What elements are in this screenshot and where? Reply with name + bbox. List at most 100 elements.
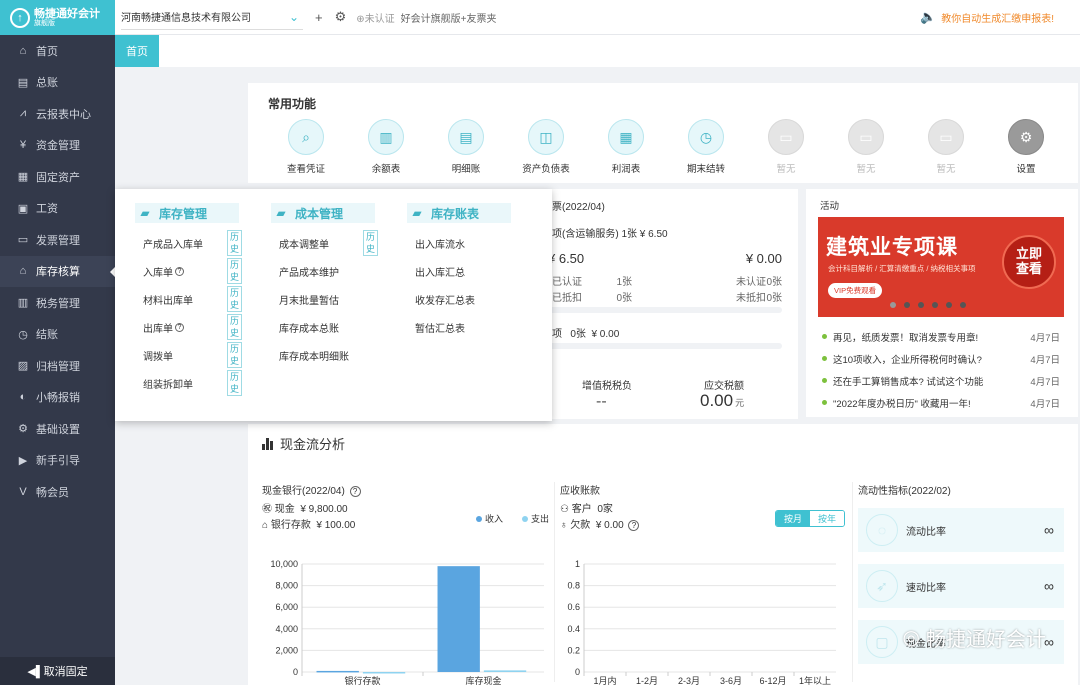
ratio-card[interactable]: ➶ 速动比率 ∞ <box>858 564 1064 608</box>
toggle-month[interactable]: 按月 <box>776 511 811 526</box>
invoice-left-amount: ¥ 6.50 <box>548 251 585 266</box>
function-profit-table[interactable]: ▦ 利润表 <box>596 119 656 175</box>
news-text: 还在手工算销售成本? 试试这个功能 <box>833 377 984 388</box>
sidebar-item-6[interactable]: ▭ 发票管理 <box>0 224 115 256</box>
help-icon[interactable]: ? <box>175 322 184 332</box>
sidebar-item-12[interactable]: ⚙ 基础设置 <box>0 413 115 445</box>
carousel-dot[interactable] <box>960 302 966 308</box>
banner-cta-button[interactable]: 立即 查看 <box>1002 235 1056 289</box>
inventory-dropdown-menu: ▰ 库存管理 产成品入库单 历史 入库单? 历史 材料出库单 历史 出库单? 历史 调拨单 历史 组装拆… <box>115 189 552 421</box>
sidebar-item-14[interactable]: V 畅会员 <box>0 476 115 508</box>
history-link[interactable]: 历史 <box>227 230 243 256</box>
ratio-card[interactable]: ◌ 流动比率 ∞ <box>858 508 1064 552</box>
history-link[interactable]: 历史 <box>363 230 379 256</box>
function-detail-ledger[interactable]: ▤ 明细账 <box>436 119 496 175</box>
news-item[interactable]: "2022年度办税日历" 收藏用一年! 4月7日 <box>822 396 1060 410</box>
deposit-value: ¥ 100.00 <box>316 520 356 531</box>
sidebar-item-13[interactable]: ▶ 新手引导 <box>0 445 115 477</box>
add-icon[interactable]: + <box>315 10 323 25</box>
history-link[interactable]: 历史 <box>227 286 243 312</box>
dropdown-item-label: 暂估汇总表 <box>415 323 465 335</box>
notice-link[interactable]: 🔈 教你自动生成汇缴申报表! <box>920 9 1054 25</box>
invoice-title: 票(2022/04) <box>552 202 605 213</box>
sidebar-item-2[interactable]: ⩘ 云报表中心 <box>0 98 115 130</box>
function-balance-sheet[interactable]: ▥ 余额表 <box>356 119 416 175</box>
sidebar-item-label: 固定资产 <box>36 171 80 184</box>
empty-slot-icon: ▭ <box>768 119 804 155</box>
sidebar-item-10[interactable]: ▨ 归档管理 <box>0 350 115 382</box>
y-tick-label: 0.2 <box>567 645 580 655</box>
sidebar-item-5[interactable]: ▣ 工资 <box>0 193 115 225</box>
vat-label: 增值税税负 <box>582 381 632 392</box>
dropdown-item[interactable]: 库存成本总账 <box>271 313 375 341</box>
sidebar-item-label: 小畅报销 <box>36 392 80 405</box>
line2-label: 项 <box>552 329 562 340</box>
legend-expense[interactable]: 支出 <box>522 512 549 525</box>
dropdown-item[interactable]: 产品成本维护 <box>271 257 375 285</box>
carousel-dot[interactable] <box>918 302 924 308</box>
tab-home[interactable]: 首页 <box>115 35 159 67</box>
auth-status[interactable]: ⊕未认证 <box>356 10 394 25</box>
legend-income[interactable]: 收入 <box>476 512 503 525</box>
history-link[interactable]: 历史 <box>227 314 243 340</box>
receivable-aging-chart: 0 0.2 0.4 0.6 0.8 1 1月内 1-2月 2-3月 3-6月 6-12月 1年以上 <box>567 559 836 685</box>
profit-table-icon: ▦ <box>608 119 644 155</box>
function-label: 查看凭证 <box>286 164 325 175</box>
help-icon[interactable]: ? <box>628 520 640 531</box>
dropdown-item[interactable]: 成本调整单 历史 <box>271 229 379 257</box>
sidebar-item-label: 基础设置 <box>36 423 80 436</box>
carousel-dot[interactable] <box>904 302 910 308</box>
history-link[interactable]: 历史 <box>227 258 243 284</box>
uncertified-label: 未认证 <box>736 277 766 288</box>
carousel-dot[interactable] <box>890 302 896 308</box>
sidebar-item-11[interactable]: ◐ 小畅报销 <box>0 382 115 414</box>
sidebar-item-3[interactable]: ¥ 资金管理 <box>0 130 115 162</box>
dropdown-item[interactable]: 组装拆卸单 历史 <box>135 369 243 397</box>
customer-label: 客户 <box>571 504 592 515</box>
news-item[interactable]: 还在手工算销售成本? 试试这个功能 4月7日 <box>822 374 1060 388</box>
legend-income-label: 收入 <box>485 514 504 524</box>
dropdown-item[interactable]: 出入库流水 <box>407 229 511 257</box>
owed-value: ¥ 0.00 <box>595 520 624 531</box>
help-icon[interactable]: ? <box>175 266 184 276</box>
sidebar-item-7[interactable]: ⌂ 库存核算 <box>0 255 115 287</box>
dropdown-item[interactable]: 产成品入库单 历史 <box>135 229 243 257</box>
news-item[interactable]: 这10项收入，企业所得税何时确认? 4月7日 <box>822 352 1060 366</box>
company-select[interactable]: 河南畅捷通信息技术有限公司 ⌄ <box>121 4 303 30</box>
carousel-dots[interactable] <box>890 302 974 308</box>
toggle-year[interactable]: 按年 <box>810 511 845 526</box>
dropdown-item[interactable]: 收发存汇总表 <box>407 285 511 313</box>
dropdown-item[interactable]: 出库单? 历史 <box>135 313 243 341</box>
unpin-button[interactable]: ◀▌取消固定 <box>0 657 115 685</box>
dropdown-item[interactable]: 出入库汇总 <box>407 257 511 285</box>
function-asset-liability[interactable]: ◫ 资产负债表 <box>516 119 576 175</box>
cash-bank-chart: 0 2,000 4,000 6,000 8,000 10,000 银行存款 库存现金 <box>270 559 544 685</box>
closing-icon: ◷ <box>18 328 28 341</box>
sidebar-item-1[interactable]: ▤ 总账 <box>0 67 115 99</box>
history-link[interactable]: 历史 <box>227 342 243 368</box>
sidebar-item-8[interactable]: ▥ 税务管理 <box>0 287 115 319</box>
function-voucher-view[interactable]: ⌕ 查看凭证 <box>276 119 336 175</box>
period-toggle[interactable]: 按月 按年 <box>775 510 846 527</box>
sidebar-item-4[interactable]: ▦ 固定资产 <box>0 161 115 193</box>
dropdown-item[interactable]: 暂估汇总表 <box>407 313 511 341</box>
carousel-dot[interactable] <box>932 302 938 308</box>
carousel-dot[interactable] <box>946 302 952 308</box>
cashflow-title-text: 现金流分析 <box>280 437 346 452</box>
dropdown-item[interactable]: 入库单? 历史 <box>135 257 243 285</box>
news-item[interactable]: 再见，纸质发票！取消发票专用章! 4月7日 <box>822 330 1060 344</box>
money-icon: ¥ <box>19 139 27 152</box>
help-icon[interactable]: ? <box>349 486 361 497</box>
function-gear[interactable]: ⚙ 设置 <box>996 119 1056 175</box>
function-period-end[interactable]: ◷ 期末结转 <box>676 119 736 175</box>
empty-slot-icon: ▭ <box>928 119 964 155</box>
logo[interactable]: ↑ 畅捷通好会计 旗舰版 <box>0 0 115 35</box>
dropdown-item[interactable]: 调拨单 历史 <box>135 341 243 369</box>
history-link[interactable]: 历史 <box>227 370 243 396</box>
dropdown-item[interactable]: 材料出库单 历史 <box>135 285 243 313</box>
sidebar-item-0[interactable]: ⌂ 首页 <box>0 35 115 67</box>
gear-icon[interactable]: ⚙ <box>335 9 347 25</box>
dropdown-item[interactable]: 月末批量暂估 <box>271 285 375 313</box>
dropdown-item[interactable]: 库存成本明细账 <box>271 341 375 369</box>
sidebar-item-9[interactable]: ◷ 结账 <box>0 319 115 351</box>
